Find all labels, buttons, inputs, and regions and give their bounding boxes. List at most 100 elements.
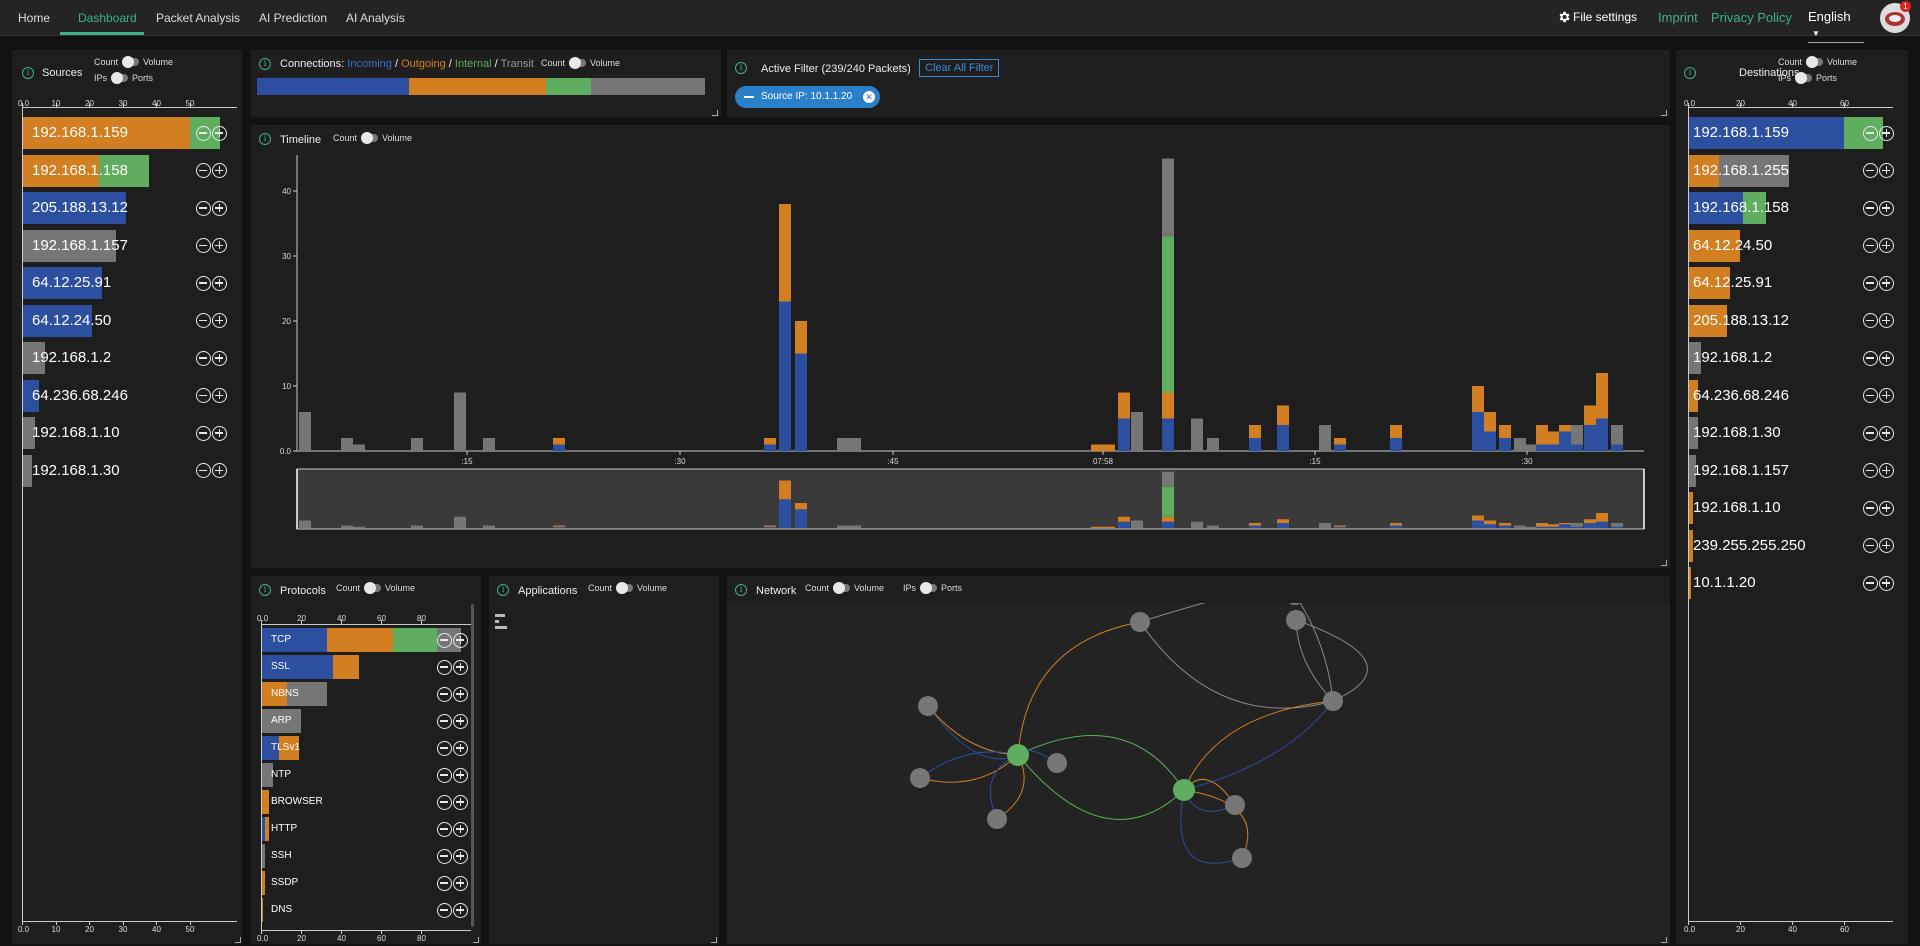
protocol-row[interactable]: TCP — [261, 628, 471, 652]
plus-circle-icon[interactable] — [1879, 388, 1894, 403]
minus-circle-icon[interactable] — [1863, 125, 1878, 141]
info-icon[interactable]: i — [735, 584, 747, 596]
scrollbar[interactable] — [471, 604, 474, 927]
timeline-bar-incoming[interactable] — [779, 301, 791, 452]
timeline-bar-outgoing[interactable] — [1584, 405, 1596, 426]
toggle-switch[interactable] — [833, 582, 851, 594]
timeline-bar-outgoing[interactable] — [1548, 431, 1560, 445]
timeline-bar-outgoing[interactable] — [1277, 405, 1289, 426]
resize-handle[interactable] — [235, 937, 241, 943]
minus-circle-icon[interactable] — [1863, 575, 1878, 591]
timeline-bar-outgoing[interactable] — [1499, 425, 1511, 438]
info-icon[interactable]: i — [259, 58, 271, 70]
sources-ips-ports-toggle[interactable]: IPs Ports — [94, 72, 153, 84]
protocol-row[interactable]: SSH — [261, 844, 471, 868]
sources-count-volume-toggle[interactable]: Count Volume — [94, 56, 173, 68]
protocol-row[interactable]: NBNS — [261, 682, 471, 706]
destination-row[interactable]: 205.188.13.12 — [1688, 304, 1897, 337]
timeline-bar-outgoing[interactable] — [1091, 444, 1103, 452]
resize-handle[interactable] — [473, 937, 479, 943]
toggle-switch[interactable] — [1795, 72, 1813, 84]
timeline-chart[interactable]: 0.0 10 20 30 40:15:30:45 07:58:15:30 — [251, 125, 1670, 568]
timeline-bar-transit[interactable] — [1207, 438, 1219, 451]
minus-circle-icon[interactable] — [196, 388, 211, 403]
minus-circle-icon[interactable] — [437, 794, 452, 810]
timeline-bar-incoming[interactable] — [1162, 418, 1174, 452]
minus-circle-icon[interactable] — [1863, 350, 1878, 366]
connections-share-bar[interactable] — [257, 78, 705, 95]
timeline-bar-incoming[interactable] — [1472, 412, 1484, 451]
plus-circle-icon[interactable] — [1879, 200, 1894, 216]
timeline-bar-outgoing[interactable] — [1162, 392, 1174, 419]
close-icon[interactable]: ✕ — [863, 91, 876, 103]
timeline-bar-transit[interactable] — [1514, 438, 1526, 451]
minus-circle-icon[interactable] — [437, 659, 452, 675]
timeline-bar-transit[interactable] — [849, 438, 861, 451]
minus-circle-icon[interactable] — [1863, 425, 1878, 441]
minus-circle-icon[interactable] — [196, 200, 211, 216]
source-row[interactable]: 64.12.25.91 — [22, 267, 230, 299]
timeline-bar-incoming[interactable] — [1536, 444, 1548, 452]
plus-circle-icon[interactable] — [1879, 125, 1894, 141]
destination-row[interactable]: 192.168.1.255 — [1688, 154, 1897, 187]
source-row[interactable]: 64.236.68.246 — [22, 379, 230, 412]
minus-circle-icon[interactable] — [196, 350, 211, 366]
toggle-switch[interactable] — [569, 57, 587, 69]
info-icon[interactable]: i — [497, 584, 509, 596]
timeline-bar-outgoing[interactable] — [1596, 373, 1608, 419]
timeline-bar-transit[interactable] — [1319, 425, 1331, 451]
timeline-bar-outgoing[interactable] — [1536, 425, 1548, 445]
timeline-bar-outgoing[interactable] — [1484, 412, 1496, 432]
destination-row[interactable]: 192.168.1.157 — [1688, 454, 1897, 487]
protocols-count-volume-toggle[interactable]: Count Volume — [336, 582, 415, 594]
timeline-bar-incoming[interactable] — [764, 444, 776, 452]
minus-circle-icon[interactable] — [196, 313, 211, 328]
plus-circle-icon[interactable] — [453, 794, 468, 810]
minus-circle-icon[interactable] — [1863, 538, 1878, 553]
source-row[interactable]: 192.168.1.30 — [22, 454, 230, 487]
minus-circle-icon[interactable] — [196, 163, 211, 178]
timeline-bar-incoming[interactable] — [1499, 438, 1511, 451]
toggle-switch[interactable] — [364, 582, 382, 594]
minus-circle-icon[interactable] — [196, 425, 211, 441]
destination-row[interactable]: 64.12.25.91 — [1688, 267, 1897, 299]
minus-circle-icon[interactable] — [437, 902, 452, 918]
minus-circle-icon[interactable] — [196, 238, 211, 253]
plus-circle-icon[interactable] — [453, 875, 468, 891]
plus-circle-icon[interactable] — [212, 313, 227, 328]
timeline-bar-outgoing[interactable] — [1472, 386, 1484, 412]
bar-segment-outgoing[interactable] — [333, 655, 359, 679]
toggle-switch[interactable] — [122, 56, 140, 68]
plus-circle-icon[interactable] — [1879, 350, 1894, 366]
network-graph[interactable] — [727, 603, 1670, 944]
resize-handle[interactable] — [711, 937, 717, 943]
protocol-row[interactable]: DNS — [261, 898, 471, 922]
protocol-row[interactable]: TLSv1 — [261, 736, 471, 760]
destination-row[interactable]: 192.168.1.159 — [1688, 117, 1897, 149]
bar-segment-transit[interactable] — [22, 454, 33, 487]
destinations-ips-ports-toggle[interactable]: IPs Ports — [1778, 72, 1837, 84]
minus-circle-icon[interactable] — [1863, 313, 1878, 328]
network-count-volume-toggle[interactable]: Count Volume — [805, 582, 884, 594]
plus-circle-icon[interactable] — [212, 425, 227, 441]
destination-row[interactable]: 10.1.1.20 — [1688, 567, 1897, 599]
plus-circle-icon[interactable] — [453, 740, 468, 756]
privacy-policy-link[interactable]: Privacy Policy — [1711, 10, 1792, 25]
bar-segment-outgoing[interactable] — [327, 628, 393, 652]
destination-row[interactable]: 239.255.255.250 — [1688, 529, 1897, 562]
timeline-bar-transit[interactable] — [411, 438, 423, 451]
plus-circle-icon[interactable] — [212, 238, 227, 253]
destination-row[interactable]: 192.168.1.10 — [1688, 492, 1897, 524]
minus-circle-icon[interactable] — [437, 848, 452, 864]
timeline-bar-transit[interactable] — [837, 438, 849, 451]
minus-circle-icon[interactable] — [437, 713, 452, 729]
protocol-row[interactable]: NTP — [261, 763, 471, 787]
minus-circle-icon[interactable] — [437, 740, 452, 756]
minus-circle-icon[interactable] — [437, 767, 452, 783]
timeline-bar-transit[interactable] — [299, 412, 311, 451]
protocol-row[interactable]: ARP — [261, 709, 471, 733]
plus-circle-icon[interactable] — [453, 821, 468, 837]
plus-circle-icon[interactable] — [453, 767, 468, 783]
plus-circle-icon[interactable] — [212, 163, 227, 178]
plus-circle-icon[interactable] — [1879, 313, 1894, 328]
